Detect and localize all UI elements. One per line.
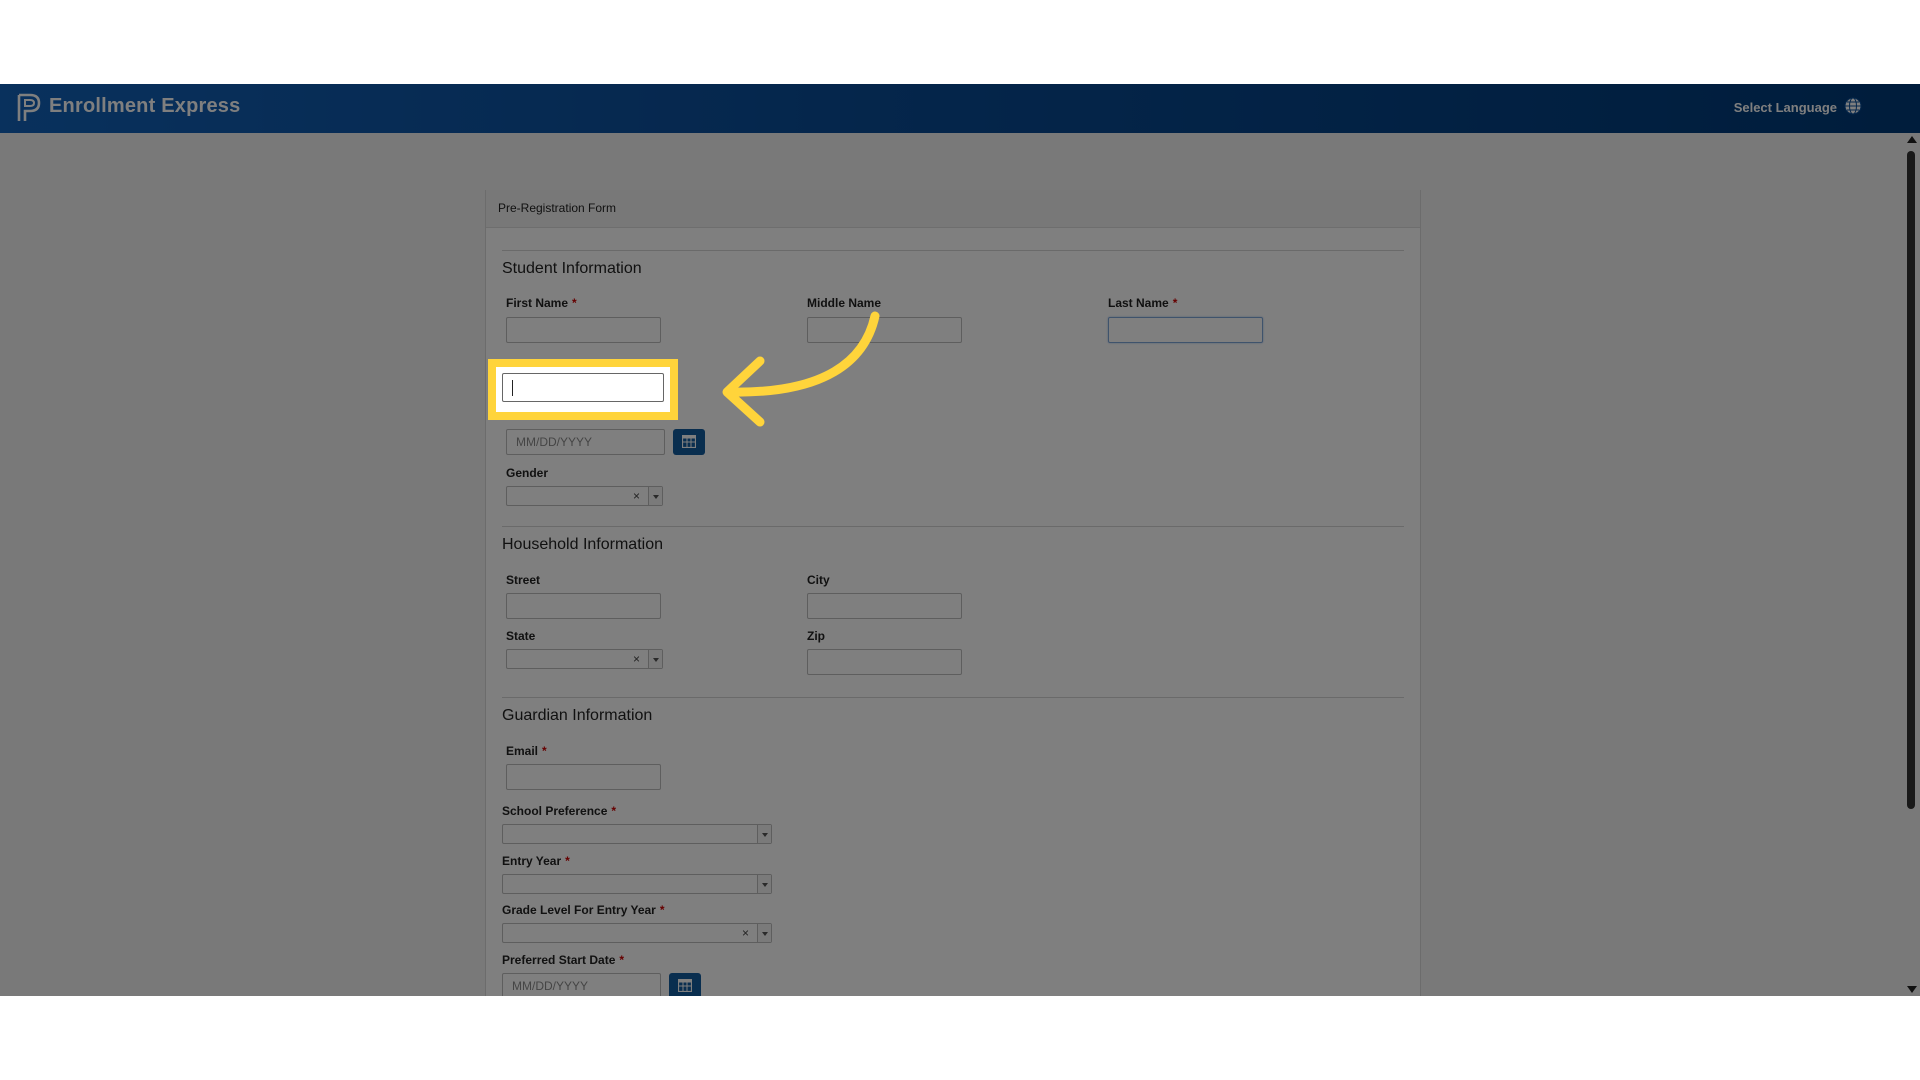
pointer-arrow-icon (722, 311, 880, 427)
dim-overlay (0, 84, 1920, 996)
text-cursor (512, 380, 513, 396)
highlighted-text-input[interactable] (502, 373, 664, 402)
app-viewport: Enrollment Express Select Language Pre-R… (0, 84, 1920, 996)
highlighted-field-frame (488, 359, 678, 420)
